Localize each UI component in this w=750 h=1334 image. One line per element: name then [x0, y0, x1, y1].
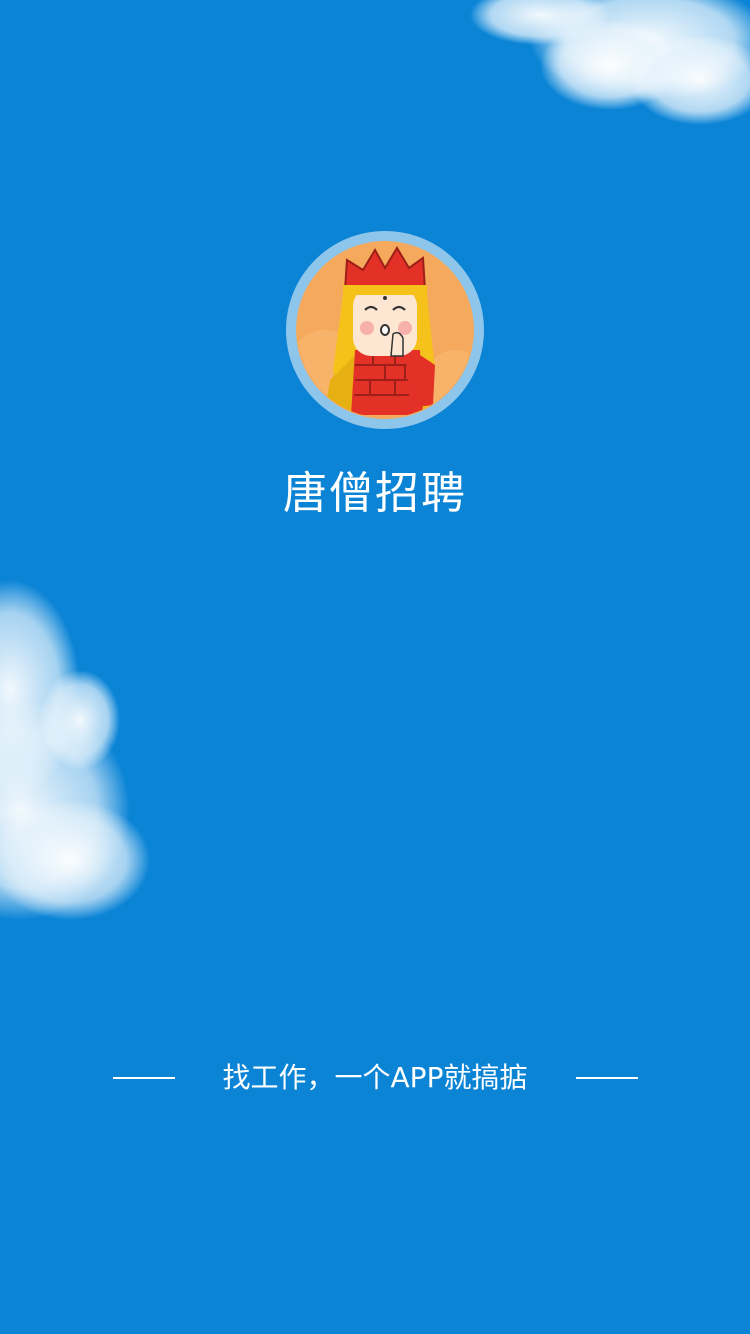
slogan-row: 找工作，一个APP就搞掂 — [0, 1056, 750, 1100]
app-name: 唐僧招聘 — [283, 468, 467, 519]
slogan: 找工作，一个APP就搞掂 — [222, 1061, 528, 1094]
splash-screen: 唐僧招聘 找工作，一个APP就搞掂 — [0, 0, 750, 1334]
cloud-top-icon — [470, 0, 750, 125]
right-divider — [576, 1077, 638, 1079]
app-logo — [285, 230, 485, 430]
left-divider — [113, 1077, 175, 1079]
cloud-left-icon — [0, 580, 150, 920]
tang-monk-avatar-icon — [286, 231, 484, 429]
